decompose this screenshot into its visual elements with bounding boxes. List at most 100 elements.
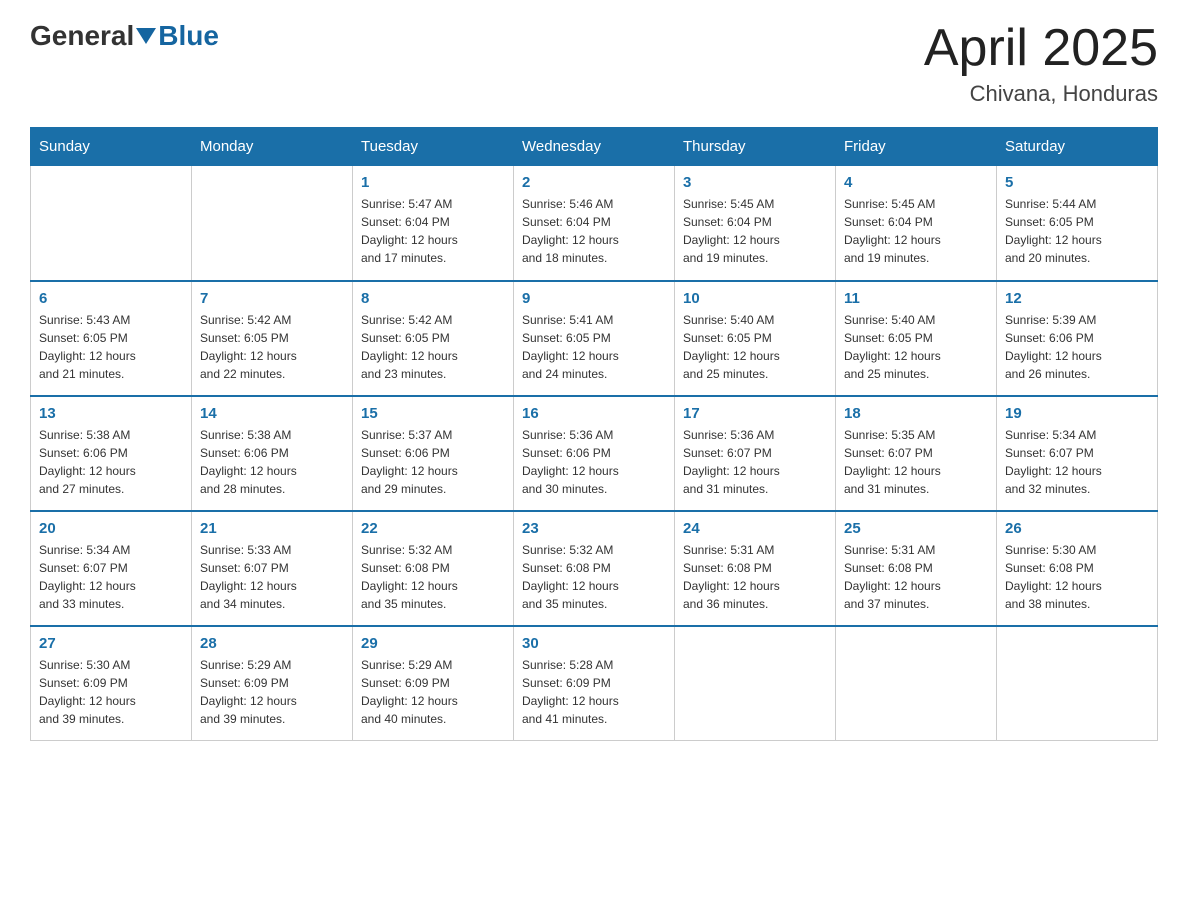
day-info: Sunrise: 5:30 AM Sunset: 6:09 PM Dayligh… xyxy=(39,656,183,728)
day-info: Sunrise: 5:36 AM Sunset: 6:06 PM Dayligh… xyxy=(522,426,666,498)
calendar-cell: 11 Sunrise: 5:40 AM Sunset: 6:05 PM Dayli… xyxy=(836,281,997,396)
calendar-cell: 22 Sunrise: 5:32 AM Sunset: 6:08 PM Dayli… xyxy=(353,511,514,626)
logo-general-text: General xyxy=(30,20,134,52)
day-number: 4 xyxy=(844,174,988,191)
day-info: Sunrise: 5:45 AM Sunset: 6:04 PM Dayligh… xyxy=(844,195,988,267)
day-number: 5 xyxy=(1005,174,1149,191)
calendar-cell xyxy=(192,166,353,281)
calendar-cell: 26 Sunrise: 5:30 AM Sunset: 6:08 PM Dayli… xyxy=(997,511,1158,626)
calendar-cell: 27Sunrise: 5:30 AM Sunset: 6:09 PM Dayli… xyxy=(31,626,192,741)
day-info: Sunrise: 5:40 AM Sunset: 6:05 PM Dayligh… xyxy=(683,311,827,383)
day-number: 7 xyxy=(200,290,344,307)
day-info: Sunrise: 5:31 AM Sunset: 6:08 PM Dayligh… xyxy=(844,541,988,613)
calendar-cell: 19 Sunrise: 5:34 AM Sunset: 6:07 PM Dayli… xyxy=(997,396,1158,511)
title-section: April 2025 Chivana, Honduras xyxy=(924,20,1158,107)
day-info: Sunrise: 5:31 AM Sunset: 6:08 PM Dayligh… xyxy=(683,541,827,613)
day-number: 9 xyxy=(522,290,666,307)
calendar-cell: 30Sunrise: 5:28 AM Sunset: 6:09 PM Dayli… xyxy=(514,626,675,741)
day-number: 13 xyxy=(39,405,183,422)
day-number: 22 xyxy=(361,520,505,537)
day-info: Sunrise: 5:29 AM Sunset: 6:09 PM Dayligh… xyxy=(361,656,505,728)
day-info: Sunrise: 5:45 AM Sunset: 6:04 PM Dayligh… xyxy=(683,195,827,267)
calendar-table: SundayMondayTuesdayWednesdayThursdayFrid… xyxy=(30,127,1158,741)
day-info: Sunrise: 5:47 AM Sunset: 6:04 PM Dayligh… xyxy=(361,195,505,267)
calendar-cell: 10 Sunrise: 5:40 AM Sunset: 6:05 PM Dayli… xyxy=(675,281,836,396)
calendar-cell: 15 Sunrise: 5:37 AM Sunset: 6:06 PM Dayli… xyxy=(353,396,514,511)
calendar-week-row: 27Sunrise: 5:30 AM Sunset: 6:09 PM Dayli… xyxy=(31,626,1158,741)
day-info: Sunrise: 5:42 AM Sunset: 6:05 PM Dayligh… xyxy=(200,311,344,383)
day-number: 16 xyxy=(522,405,666,422)
day-number: 24 xyxy=(683,520,827,537)
day-info: Sunrise: 5:42 AM Sunset: 6:05 PM Dayligh… xyxy=(361,311,505,383)
calendar-cell: 14 Sunrise: 5:38 AM Sunset: 6:06 PM Dayli… xyxy=(192,396,353,511)
day-info: Sunrise: 5:33 AM Sunset: 6:07 PM Dayligh… xyxy=(200,541,344,613)
calendar-cell: 21 Sunrise: 5:33 AM Sunset: 6:07 PM Dayli… xyxy=(192,511,353,626)
calendar-cell: 24 Sunrise: 5:31 AM Sunset: 6:08 PM Dayli… xyxy=(675,511,836,626)
calendar-cell: 20 Sunrise: 5:34 AM Sunset: 6:07 PM Dayli… xyxy=(31,511,192,626)
day-number: 17 xyxy=(683,405,827,422)
calendar-cell xyxy=(836,626,997,741)
calendar-cell: 12Sunrise: 5:39 AM Sunset: 6:06 PM Dayli… xyxy=(997,281,1158,396)
calendar-cell: 4 Sunrise: 5:45 AM Sunset: 6:04 PM Daylig… xyxy=(836,166,997,281)
calendar-week-row: 20 Sunrise: 5:34 AM Sunset: 6:07 PM Dayli… xyxy=(31,511,1158,626)
day-number: 11 xyxy=(844,290,988,307)
day-info: Sunrise: 5:32 AM Sunset: 6:08 PM Dayligh… xyxy=(522,541,666,613)
calendar-cell: 7 Sunrise: 5:42 AM Sunset: 6:05 PM Daylig… xyxy=(192,281,353,396)
weekday-header-tuesday: Tuesday xyxy=(353,128,514,166)
calendar-cell: 3Sunrise: 5:45 AM Sunset: 6:04 PM Daylig… xyxy=(675,166,836,281)
day-number: 15 xyxy=(361,405,505,422)
day-info: Sunrise: 5:34 AM Sunset: 6:07 PM Dayligh… xyxy=(1005,426,1149,498)
day-info: Sunrise: 5:32 AM Sunset: 6:08 PM Dayligh… xyxy=(361,541,505,613)
day-number: 18 xyxy=(844,405,988,422)
calendar-week-row: 6 Sunrise: 5:43 AM Sunset: 6:05 PM Daylig… xyxy=(31,281,1158,396)
day-number: 19 xyxy=(1005,405,1149,422)
day-info: Sunrise: 5:39 AM Sunset: 6:06 PM Dayligh… xyxy=(1005,311,1149,383)
calendar-cell: 1Sunrise: 5:47 AM Sunset: 6:04 PM Daylig… xyxy=(353,166,514,281)
day-number: 6 xyxy=(39,290,183,307)
day-number: 20 xyxy=(39,520,183,537)
calendar-cell xyxy=(997,626,1158,741)
calendar-week-row: 1Sunrise: 5:47 AM Sunset: 6:04 PM Daylig… xyxy=(31,166,1158,281)
day-info: Sunrise: 5:40 AM Sunset: 6:05 PM Dayligh… xyxy=(844,311,988,383)
day-number: 21 xyxy=(200,520,344,537)
day-info: Sunrise: 5:34 AM Sunset: 6:07 PM Dayligh… xyxy=(39,541,183,613)
calendar-cell: 18 Sunrise: 5:35 AM Sunset: 6:07 PM Dayli… xyxy=(836,396,997,511)
day-number: 8 xyxy=(361,290,505,307)
day-number: 14 xyxy=(200,405,344,422)
calendar-cell: 13 Sunrise: 5:38 AM Sunset: 6:06 PM Dayli… xyxy=(31,396,192,511)
weekday-header-saturday: Saturday xyxy=(997,128,1158,166)
calendar-cell: 17 Sunrise: 5:36 AM Sunset: 6:07 PM Dayli… xyxy=(675,396,836,511)
day-number: 2 xyxy=(522,174,666,191)
calendar-cell: 5 Sunrise: 5:44 AM Sunset: 6:05 PM Daylig… xyxy=(997,166,1158,281)
day-info: Sunrise: 5:43 AM Sunset: 6:05 PM Dayligh… xyxy=(39,311,183,383)
day-info: Sunrise: 5:38 AM Sunset: 6:06 PM Dayligh… xyxy=(39,426,183,498)
calendar-cell: 8 Sunrise: 5:42 AM Sunset: 6:05 PM Daylig… xyxy=(353,281,514,396)
calendar-cell xyxy=(31,166,192,281)
day-info: Sunrise: 5:36 AM Sunset: 6:07 PM Dayligh… xyxy=(683,426,827,498)
logo-triangle-icon xyxy=(136,28,156,44)
month-title: April 2025 xyxy=(924,20,1158,77)
calendar-cell: 9Sunrise: 5:41 AM Sunset: 6:05 PM Daylig… xyxy=(514,281,675,396)
day-info: Sunrise: 5:44 AM Sunset: 6:05 PM Dayligh… xyxy=(1005,195,1149,267)
day-number: 10 xyxy=(683,290,827,307)
weekday-header-wednesday: Wednesday xyxy=(514,128,675,166)
location-title: Chivana, Honduras xyxy=(924,81,1158,107)
calendar-cell: 29 Sunrise: 5:29 AM Sunset: 6:09 PM Dayli… xyxy=(353,626,514,741)
calendar-cell: 2Sunrise: 5:46 AM Sunset: 6:04 PM Daylig… xyxy=(514,166,675,281)
calendar-cell: 25Sunrise: 5:31 AM Sunset: 6:08 PM Dayli… xyxy=(836,511,997,626)
day-number: 26 xyxy=(1005,520,1149,537)
page-header: General Blue April 2025 Chivana, Hondura… xyxy=(30,20,1158,107)
calendar-cell: 23 Sunrise: 5:32 AM Sunset: 6:08 PM Dayli… xyxy=(514,511,675,626)
day-info: Sunrise: 5:38 AM Sunset: 6:06 PM Dayligh… xyxy=(200,426,344,498)
calendar-cell xyxy=(675,626,836,741)
day-info: Sunrise: 5:37 AM Sunset: 6:06 PM Dayligh… xyxy=(361,426,505,498)
day-number: 23 xyxy=(522,520,666,537)
logo: General Blue xyxy=(30,20,219,52)
calendar-cell: 16 Sunrise: 5:36 AM Sunset: 6:06 PM Dayli… xyxy=(514,396,675,511)
day-info: Sunrise: 5:35 AM Sunset: 6:07 PM Dayligh… xyxy=(844,426,988,498)
calendar-cell: 28Sunrise: 5:29 AM Sunset: 6:09 PM Dayli… xyxy=(192,626,353,741)
weekday-header-row: SundayMondayTuesdayWednesdayThursdayFrid… xyxy=(31,128,1158,166)
day-number: 29 xyxy=(361,635,505,652)
day-info: Sunrise: 5:30 AM Sunset: 6:08 PM Dayligh… xyxy=(1005,541,1149,613)
day-info: Sunrise: 5:28 AM Sunset: 6:09 PM Dayligh… xyxy=(522,656,666,728)
